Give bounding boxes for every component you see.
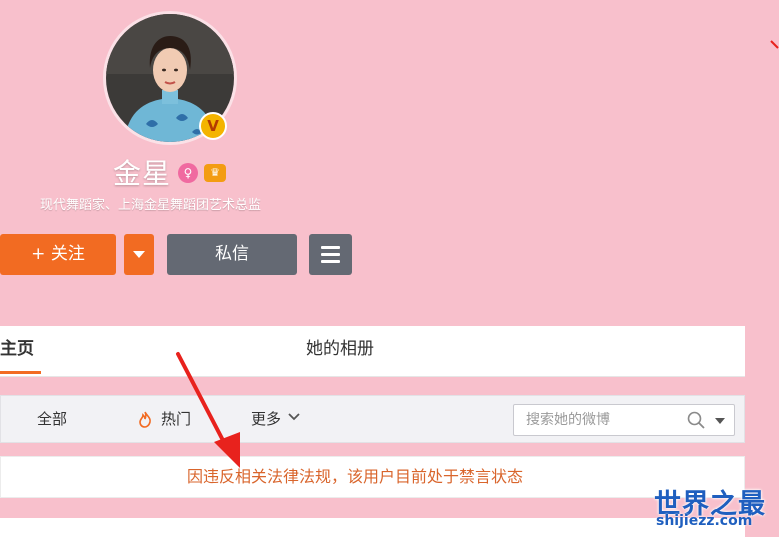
watermark-url: shijiezz.com	[656, 513, 753, 529]
tab-home[interactable]: 主页	[0, 326, 41, 374]
menu-button[interactable]	[309, 234, 352, 275]
tab-album[interactable]: 她的相册	[306, 326, 374, 372]
caret-down-icon	[133, 251, 145, 258]
notice-box: 因违反相关法律法规，该用户目前处于禁言状态	[0, 456, 745, 498]
search-input[interactable]	[514, 405, 686, 435]
search-icon[interactable]	[687, 411, 705, 429]
search-box	[513, 404, 735, 436]
caret-down-icon[interactable]	[715, 418, 725, 424]
female-icon: ♀	[178, 163, 198, 183]
red-arrow-annotation	[176, 352, 240, 468]
profile-name: 金星	[113, 157, 172, 190]
fire-icon	[139, 411, 151, 428]
profile-description: 现代舞蹈家、上海金星舞蹈团艺术总监	[40, 198, 262, 213]
corner-mark	[770, 40, 779, 49]
menu-icon	[321, 246, 340, 249]
chevron-down-icon[interactable]	[288, 413, 300, 421]
filter-more[interactable]: 更多	[251, 396, 281, 442]
message-button[interactable]: 私信	[167, 234, 297, 275]
menu-icon-bar	[321, 253, 340, 256]
profile-tabs: 主页 她的相册	[0, 326, 745, 377]
menu-icon-bar	[321, 260, 340, 263]
follow-dropdown-button[interactable]	[124, 234, 154, 275]
follow-button[interactable]: + 关注	[0, 234, 116, 275]
filter-all[interactable]: 全部	[37, 396, 67, 442]
feed-card-edge	[0, 518, 745, 537]
member-crown-icon[interactable]: ♛	[204, 164, 226, 182]
verified-badge: V	[199, 112, 227, 140]
